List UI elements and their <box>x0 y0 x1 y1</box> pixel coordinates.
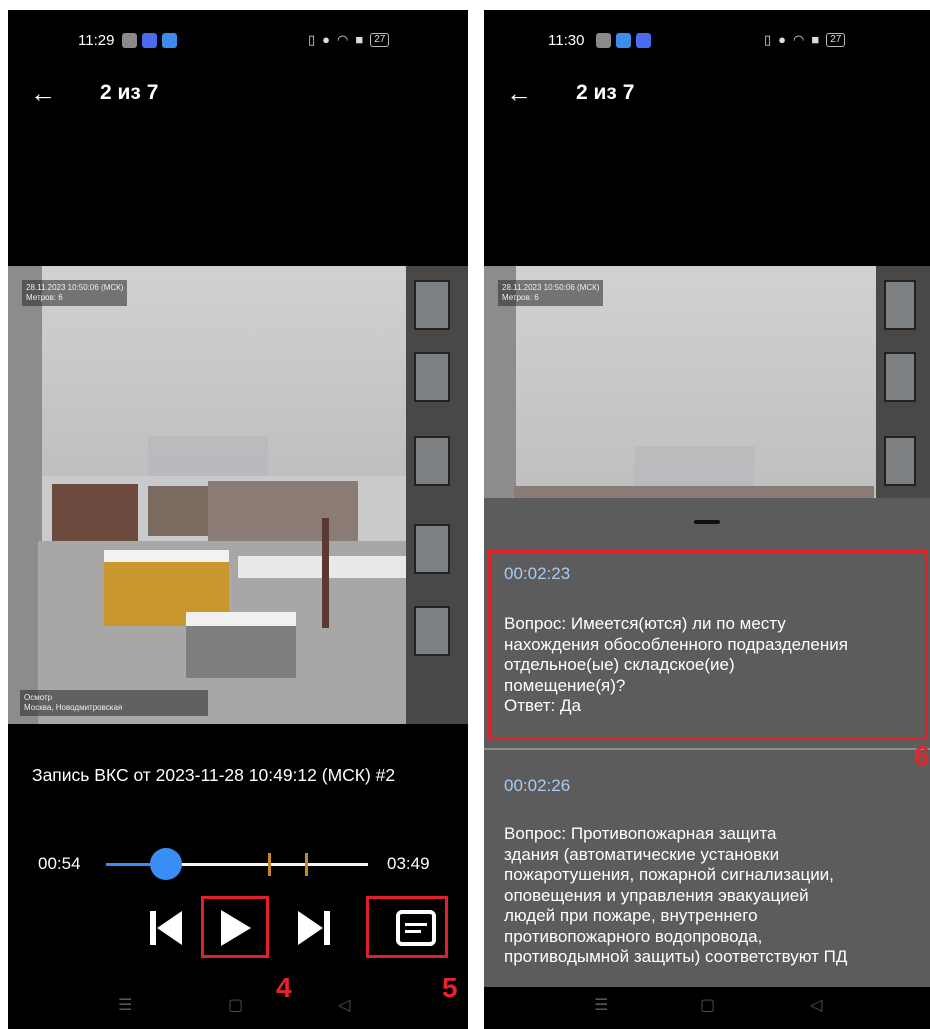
page-title: 2 из 7 <box>100 81 159 104</box>
battery-icon: 27 <box>370 33 390 47</box>
skip-next-icon <box>298 911 330 945</box>
status-time: 11:30 <box>548 32 585 49</box>
question-marker[interactable] <box>268 853 272 876</box>
transcript-text: Вопрос: Противопожарная защита здания (а… <box>504 824 848 966</box>
overlay-label: Осмотр <box>24 693 53 702</box>
app-notification-icon <box>636 33 651 48</box>
current-time: 00:54 <box>38 854 81 873</box>
top-app-bar: ← 2 из 7 <box>8 78 468 110</box>
snowy-roof <box>186 612 296 626</box>
android-nav-bar: ☰ ▢ ◁ <box>8 987 468 1029</box>
location-icon: ● <box>322 32 331 47</box>
arrow-left-icon[interactable]: ← <box>506 78 532 108</box>
overlay-datetime: 28.11.2023 10:50:06 (МСК) <box>502 283 600 292</box>
menu-icon[interactable]: ☰ <box>594 995 608 1015</box>
sheet-drag-handle[interactable] <box>694 520 720 524</box>
notification-icons <box>122 33 177 48</box>
video-timestamp-overlay: 28.11.2023 10:50:06 (МСК) Метров: 6 <box>498 280 604 306</box>
message-icon <box>596 33 611 48</box>
arrow-left-icon[interactable]: ← <box>30 78 56 108</box>
question-marker[interactable] <box>305 853 309 876</box>
system-icons: ▯ ● ◠ ■ 27 <box>764 32 846 48</box>
video-haze <box>634 446 754 486</box>
transcript-divider <box>484 748 930 750</box>
page-title: 2 из 7 <box>576 81 635 104</box>
vibrate-icon: ▯ <box>764 32 772 47</box>
status-time: 11:29 <box>78 32 115 49</box>
next-button[interactable] <box>288 902 340 954</box>
window <box>884 352 916 402</box>
skip-previous-icon <box>150 911 182 945</box>
overlay-datetime: 28.11.2023 10:50:06 (МСК) <box>26 283 124 292</box>
phone-screen-left: 11:29 ▯ ● ◠ ■ 27 ← 2 из 7 28.11.2023 10:… <box>8 10 468 1029</box>
building <box>52 484 138 546</box>
building-tops <box>514 486 874 498</box>
shield-icon <box>162 33 177 48</box>
home-icon[interactable]: ▢ <box>228 995 243 1015</box>
wifi-icon: ◠ <box>793 32 805 47</box>
grey-building <box>186 618 296 678</box>
play-highlight-box <box>201 896 269 958</box>
right-tower <box>876 266 930 498</box>
overlay-address: Москва, Новодмитровская <box>24 703 123 712</box>
shield-icon <box>616 33 631 48</box>
back-triangle-icon[interactable]: ◁ <box>338 995 350 1015</box>
battery-icon: 27 <box>826 33 846 47</box>
window <box>884 280 916 330</box>
video-player-frame[interactable]: 28.11.2023 10:50:06 (МСК) Метров: 6 <box>484 266 930 498</box>
video-timestamp-overlay: 28.11.2023 10:50:06 (МСК) Метров: 6 <box>22 280 128 306</box>
wifi-icon: ◠ <box>337 32 349 47</box>
app-notification-icon <box>142 33 157 48</box>
callout-number-6: 6 <box>914 740 930 771</box>
top-app-bar: ← 2 из 7 <box>484 78 930 110</box>
window <box>414 280 450 330</box>
window <box>414 606 450 656</box>
snowy-roof <box>104 550 229 562</box>
seek-slider[interactable] <box>106 848 368 880</box>
transcript-highlight-box <box>488 550 928 740</box>
recording-title: Запись ВКС от 2023-11-28 10:49:12 (МСК) … <box>32 765 396 785</box>
sim-icon: ■ <box>355 32 364 47</box>
phone-screen-right: 11:30 ▯ ● ◠ ■ 27 ← 2 из 7 28.11.2023 10:… <box>484 10 930 1029</box>
status-bar: 11:29 ▯ ● ◠ ■ 27 <box>8 32 468 52</box>
menu-icon[interactable]: ☰ <box>118 995 132 1015</box>
transcript-timestamp[interactable]: 00:02:26 <box>504 776 570 796</box>
notification-icons <box>596 33 651 48</box>
transcript-bottom-sheet[interactable]: 00:02:23 Вопрос: Имеется(ются) ли по мес… <box>484 498 930 1029</box>
building <box>208 481 358 541</box>
home-icon[interactable]: ▢ <box>700 995 715 1015</box>
video-haze <box>148 436 268 476</box>
window <box>414 352 450 402</box>
window <box>884 436 916 486</box>
message-icon <box>122 33 137 48</box>
location-icon: ● <box>778 32 787 47</box>
video-player-frame[interactable]: 28.11.2023 10:50:06 (МСК) Метров: 6 Осмо… <box>8 266 468 724</box>
building <box>148 486 208 536</box>
previous-button[interactable] <box>140 902 192 954</box>
android-nav-bar: ☰ ▢ ◁ <box>484 987 930 1029</box>
back-triangle-icon[interactable]: ◁ <box>810 995 822 1015</box>
overlay-distance: Метров: 6 <box>502 293 539 302</box>
chimney <box>322 518 329 628</box>
sim-icon: ■ <box>811 32 820 47</box>
window <box>414 524 450 574</box>
vibrate-icon: ▯ <box>308 32 316 47</box>
seek-thumb[interactable] <box>150 848 183 880</box>
subtitles-highlight-box <box>366 896 448 958</box>
window <box>414 436 450 486</box>
left-wall <box>8 266 42 724</box>
video-location-overlay: Осмотр Москва, Новодмитровская <box>20 690 208 716</box>
total-time: 03:49 <box>387 854 430 873</box>
system-icons: ▯ ● ◠ ■ 27 <box>308 32 390 48</box>
right-tower <box>406 266 468 724</box>
status-bar: 11:30 ▯ ● ◠ ■ 27 <box>484 32 930 52</box>
overlay-distance: Метров: 6 <box>26 293 63 302</box>
